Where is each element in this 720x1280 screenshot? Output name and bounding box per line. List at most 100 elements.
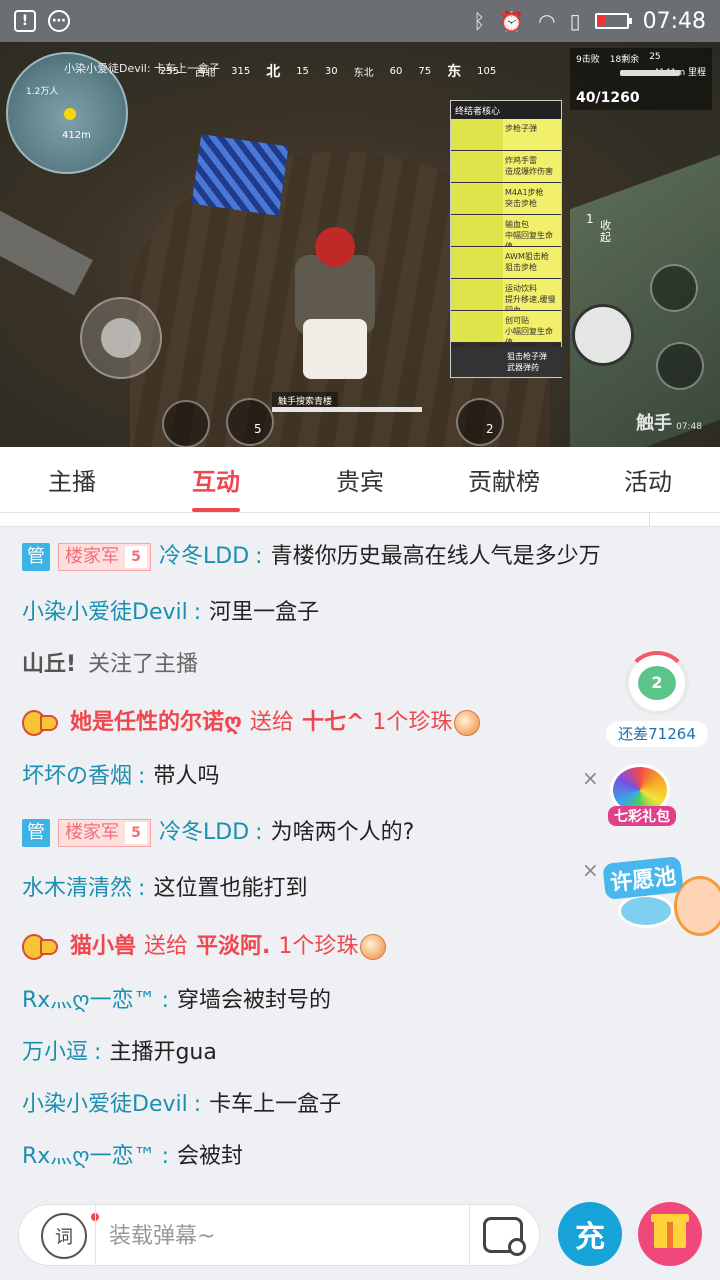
chat-message[interactable]: 坏坏の香烟 : 带人吗 bbox=[22, 762, 219, 792]
crouch-icon bbox=[656, 342, 704, 390]
loot-item-title: 输血包 bbox=[505, 220, 529, 229]
chat-message[interactable]: 万小逗 : 主播开gua bbox=[22, 1038, 217, 1068]
recharge-button[interactable]: 充 bbox=[558, 1202, 622, 1266]
chat-separator: : bbox=[161, 988, 170, 1013]
gift-sender[interactable]: 她是任性的尔诺ღ bbox=[70, 708, 242, 738]
chat-text: 会被封 bbox=[177, 1144, 244, 1169]
bottom-input-bar: 词 充 bbox=[0, 1186, 720, 1280]
rainbow-label: 七彩礼包 bbox=[608, 806, 676, 826]
loot-item-title: M4A1步枪 bbox=[505, 188, 544, 197]
danmaku-input[interactable] bbox=[109, 1205, 469, 1267]
chat-username[interactable]: Rx灬ღ一恋™ bbox=[22, 986, 156, 1016]
game-grass bbox=[570, 154, 720, 447]
loot-item: 炸鸡手雷 造成爆炸伤害 bbox=[451, 151, 561, 183]
chat-message[interactable]: 管楼家军 5 冷冬LDD : 青楼你历史最高在线人气是多少万 bbox=[22, 542, 601, 572]
chat-message[interactable]: 小染小爱徒Devil : 河里一盒子 bbox=[22, 598, 319, 628]
compass-tick: 105 bbox=[477, 65, 497, 77]
chicken-grenade-icon bbox=[456, 398, 504, 446]
tab-1[interactable]: 互动 bbox=[144, 447, 288, 512]
sim-icon: ▯ bbox=[569, 9, 581, 33]
hud-remaining: 25 bbox=[649, 52, 661, 62]
loot-item-desc: 小幅回复生命值 bbox=[505, 327, 553, 347]
chat-text: 卡车上一盒子 bbox=[209, 1092, 342, 1117]
gift-sender[interactable]: 猫小兽 bbox=[70, 932, 136, 962]
tab-0[interactable]: 主播 bbox=[0, 447, 144, 512]
loot-item: 运动饮料提升移速,缓慢回血 bbox=[451, 279, 561, 315]
compass-tick: 西北 bbox=[195, 67, 216, 79]
loot-item-icon bbox=[451, 311, 503, 342]
chat-username[interactable]: 山丘! bbox=[22, 650, 76, 680]
compass-tick: 315 bbox=[231, 65, 251, 77]
chat-message[interactable]: 水木清清然 : 这位置也能打到 bbox=[22, 874, 307, 904]
level-progress-widget[interactable]: 2 还差71264 bbox=[606, 651, 708, 747]
sim-alert-icon: ! bbox=[14, 10, 36, 32]
tab-2[interactable]: 贵宾 bbox=[288, 447, 432, 512]
loot-item-icon bbox=[451, 151, 503, 182]
wifi-icon: ◠ bbox=[538, 9, 556, 33]
compass-tick: 60 bbox=[389, 65, 403, 77]
grenade-count: 5 bbox=[254, 422, 262, 436]
chat-username[interactable]: 冷冬LDD bbox=[159, 542, 249, 572]
fan-badge: 楼家军 5 bbox=[58, 543, 151, 571]
loot-item-text: 炸鸡手雷 造成爆炸伤害 bbox=[503, 151, 561, 182]
input-divider-left bbox=[95, 1205, 96, 1267]
chat-username[interactable]: 小染小爱徒Devil bbox=[22, 1090, 188, 1120]
phrase-button[interactable]: 词 bbox=[41, 1213, 87, 1259]
gift-amount: 1个珍珠 bbox=[372, 710, 453, 735]
chat-username[interactable]: 万小逗 bbox=[22, 1038, 88, 1068]
alarm-icon: ⏰ bbox=[499, 9, 525, 33]
chat-message[interactable]: 小染小爱徒Devil : 卡车上一盒子 bbox=[22, 1090, 341, 1120]
compass-tick: 255 bbox=[160, 65, 180, 77]
gift-verb: 送给 bbox=[144, 934, 189, 959]
loot-item-desc: 狙击步枪 bbox=[505, 263, 537, 272]
chat-text: 河里一盒子 bbox=[209, 600, 320, 625]
chat-message[interactable]: 猫小兽 送给 平淡阿. 1个珍珠 bbox=[22, 930, 387, 964]
watermark-time: 07:48 bbox=[676, 422, 702, 432]
gift-button[interactable] bbox=[638, 1202, 702, 1266]
backpack-icon bbox=[162, 400, 210, 447]
chat-separator: : bbox=[94, 1040, 102, 1065]
gift-receiver[interactable]: 十七^ bbox=[302, 708, 364, 738]
chat-username[interactable]: 坏坏の香烟 bbox=[22, 762, 132, 792]
admin-badge: 管 bbox=[22, 543, 50, 571]
rainbow-close-icon[interactable]: × bbox=[582, 766, 599, 790]
compass-cardinal: 北 bbox=[266, 64, 281, 80]
loot-item-text: 输血包中幅回复生命值 bbox=[503, 215, 561, 251]
status-bar: ! ⋯ ᛒ ⏰ ◠ ▯ 07:48 bbox=[0, 0, 720, 42]
chat-message[interactable]: 山丘! 关注了主播 bbox=[22, 650, 198, 680]
fan-badge-name: 楼家军 bbox=[65, 546, 119, 567]
rainbow-gift-pack[interactable]: 七彩礼包 bbox=[608, 764, 676, 832]
tab-4[interactable]: 活动 bbox=[576, 447, 720, 512]
move-joystick bbox=[80, 297, 162, 379]
chat-text: 青楼你历史最高在线人气是多少万 bbox=[270, 544, 601, 569]
chat-message[interactable]: 她是任性的尔诺ღ 送给 十七^ 1个珍珠 bbox=[22, 706, 481, 740]
chat-message[interactable]: Rx灬ღ一恋™ : 穿墙会被封号的 bbox=[22, 986, 331, 1016]
horn-icon bbox=[22, 706, 58, 740]
loot-footer: 狙击枪子弹 武器弹药 bbox=[451, 347, 563, 377]
chat-username[interactable]: 水木清清然 bbox=[22, 874, 132, 904]
game-hud-stats: 9击败 18剩余 25 4141m 里程 40/1260 bbox=[570, 48, 712, 110]
admin-badge: 管 bbox=[22, 819, 50, 847]
hint-progress bbox=[272, 407, 422, 412]
chat-message[interactable]: 管楼家军 5 冷冬LDD : 为啥两个人的? bbox=[22, 818, 414, 848]
gift-receiver[interactable]: 平淡阿. bbox=[196, 932, 270, 962]
fan-badge-name: 楼家军 bbox=[65, 822, 119, 843]
danmaku-settings-icon[interactable] bbox=[483, 1217, 526, 1256]
loot-item-icon bbox=[451, 215, 503, 246]
chat-username[interactable]: Rx灬ღ一恋™ bbox=[22, 1142, 156, 1172]
hud-ammo: 40/1260 bbox=[576, 90, 640, 106]
loot-item-desc: 造成爆炸伤害 bbox=[505, 167, 553, 176]
chat-text: 为啥两个人的? bbox=[270, 820, 415, 845]
wish-pool[interactable]: 许愿池 bbox=[602, 854, 720, 946]
wish-close-icon[interactable]: × bbox=[582, 858, 599, 882]
hud-alive: 18剩余 bbox=[609, 55, 640, 65]
tab-3[interactable]: 贡献榜 bbox=[432, 447, 576, 512]
live-video-player[interactable]: 1.2万人 412m 小染小爱徒Devil: 卡车上一盒子 255 西北 315 北 1… bbox=[0, 42, 720, 447]
side-count: 1 bbox=[586, 212, 594, 226]
chat-message[interactable]: Rx灬ღ一恋™ : 会被封 bbox=[22, 1142, 243, 1172]
loot-item-text: 创可贴 小幅回复生命值 bbox=[503, 311, 561, 347]
player-character bbox=[285, 227, 385, 387]
chat-username[interactable]: 小染小爱徒Devil bbox=[22, 598, 188, 628]
loot-item-title: 运动饮料 bbox=[505, 284, 537, 293]
chat-username[interactable]: 冷冬LDD bbox=[159, 818, 249, 848]
